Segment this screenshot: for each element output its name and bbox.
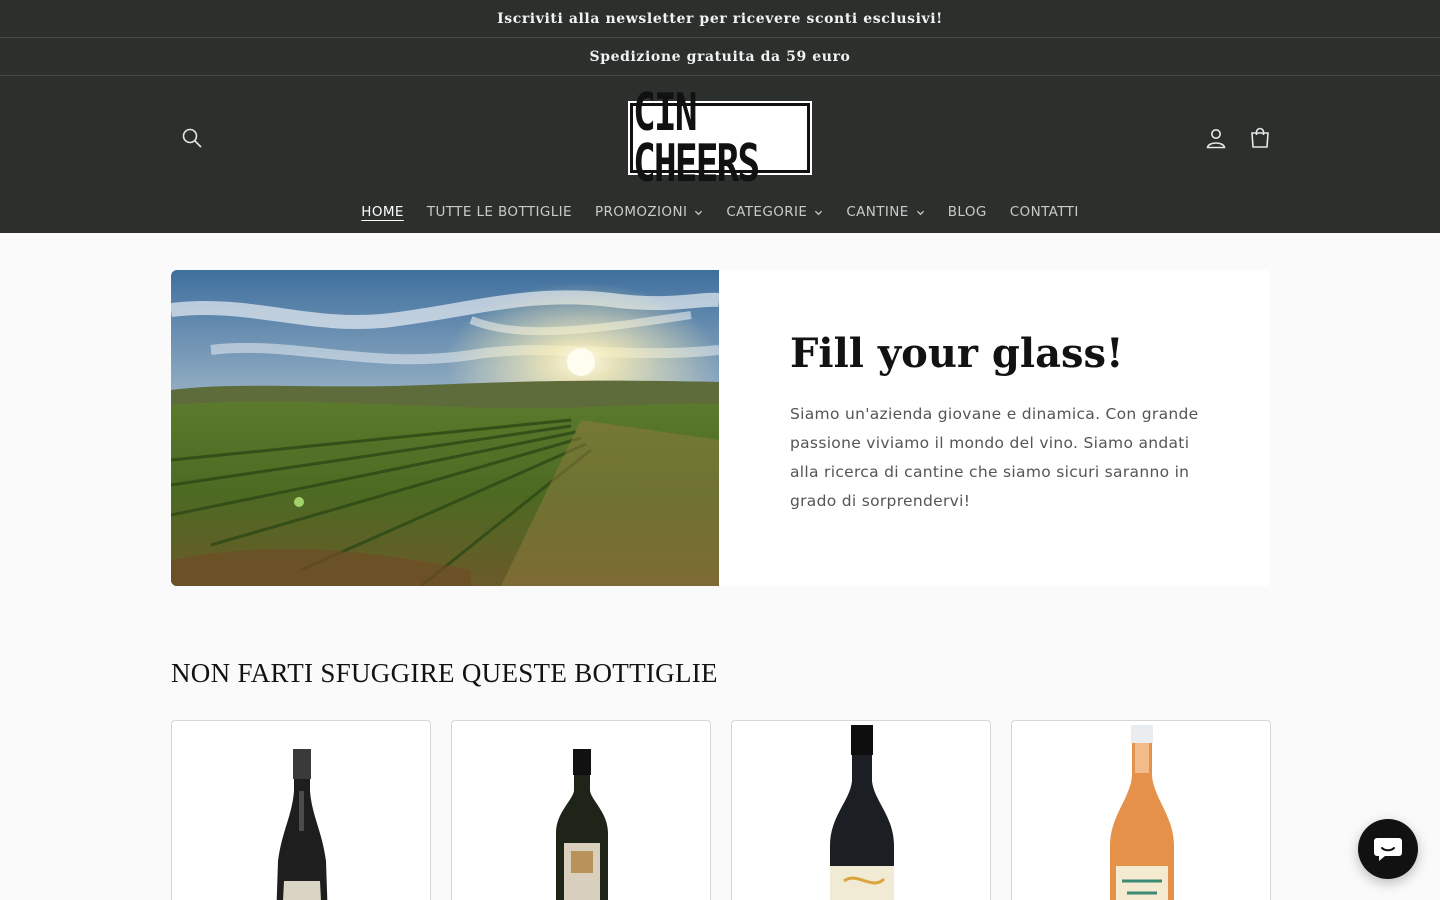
white-wine-bottle-image — [556, 749, 608, 900]
search-icon — [182, 128, 202, 148]
featured-section-title: NON FARTI SFUGGIRE QUESTE BOTTIGLIE — [171, 658, 718, 688]
nav-label: TUTTE LE BOTTIGLIE — [426, 204, 572, 220]
announcement-text: Spedizione gratuita da 59 euro — [589, 48, 851, 65]
nav-label: CATEGORIE — [726, 204, 808, 220]
nav-item-blog[interactable]: BLOG — [936, 204, 998, 220]
site-header: CIN CHEERS HOME TUTTE LE BOTTIGLIE PROMO… — [0, 76, 1440, 233]
cart-button[interactable] — [1246, 124, 1274, 152]
announcement-bar-shipping: Spedizione gratuita da 59 euro — [0, 38, 1440, 76]
search-button[interactable] — [178, 124, 206, 152]
chat-icon — [1374, 838, 1402, 861]
nav-label: HOME — [361, 204, 404, 220]
nav-label: CONTATTI — [1009, 204, 1079, 220]
chat-button[interactable] — [1358, 819, 1418, 879]
product-card[interactable] — [171, 720, 431, 900]
nav-label: BLOG — [947, 204, 987, 220]
nav-item-promotions[interactable]: PROMOZIONI — [583, 204, 714, 220]
hero-banner: Fill your glass! Siamo un'azienda giovan… — [171, 270, 1270, 586]
chevron-down-icon — [916, 210, 924, 215]
hero-title: Fill your glass! — [790, 330, 1124, 377]
nav-label: PROMOZIONI — [594, 204, 688, 220]
main-navigation: HOME TUTTE LE BOTTIGLIE PROMOZIONI CATEG… — [0, 202, 1440, 222]
product-card[interactable] — [451, 720, 711, 900]
cart-icon — [1251, 127, 1269, 148]
nav-item-contacts[interactable]: CONTATTI — [998, 204, 1090, 220]
nav-item-home[interactable]: HOME — [350, 204, 416, 220]
announcement-bar-newsletter: Iscriviti alla newsletter per ricevere s… — [0, 0, 1440, 38]
sparkling-wine-bottle-image — [276, 749, 328, 900]
account-icon — [1206, 129, 1226, 149]
nav-item-categories[interactable]: CATEGORIE — [715, 204, 835, 220]
hero-description: Siamo un'azienda giovane e dinamica. Con… — [790, 405, 1199, 510]
nav-item-wineries[interactable]: CANTINE — [835, 204, 936, 220]
logo-text: CIN CHEERS — [633, 82, 760, 194]
chevron-down-icon — [695, 210, 703, 215]
announcement-text: Iscriviti alla newsletter per ricevere s… — [497, 10, 943, 27]
vineyard-sunset-image — [171, 270, 719, 586]
red-wine-bottle-image — [830, 725, 894, 900]
product-card[interactable] — [731, 720, 991, 900]
product-card[interactable] — [1011, 720, 1271, 900]
account-button[interactable] — [1202, 124, 1230, 152]
nav-label: CANTINE — [846, 204, 909, 220]
nav-item-all-bottles[interactable]: TUTTE LE BOTTIGLIE — [415, 204, 583, 220]
site-logo[interactable]: CIN CHEERS — [628, 87, 812, 189]
chevron-down-icon — [815, 210, 823, 215]
orange-wine-bottle-image — [1110, 725, 1174, 900]
